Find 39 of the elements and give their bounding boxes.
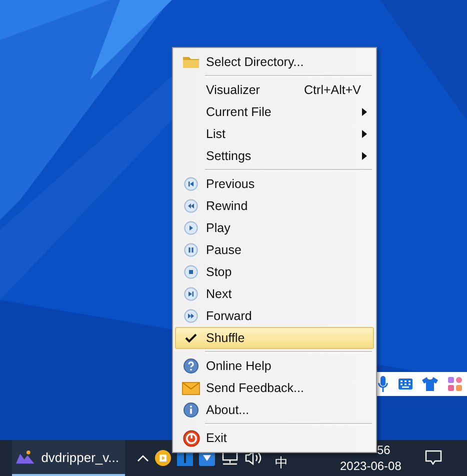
microphone-icon[interactable] xyxy=(378,376,388,392)
menu-item[interactable]: Shuffle xyxy=(175,327,374,349)
keyboard-icon[interactable] xyxy=(398,378,413,390)
menu-item[interactable]: About... xyxy=(175,399,374,421)
envelope-icon xyxy=(182,382,200,394)
menu-item[interactable]: Forward xyxy=(175,305,374,327)
skip-back-icon xyxy=(184,177,198,191)
shirt-icon[interactable] xyxy=(422,377,438,391)
rewind-icon xyxy=(184,199,198,213)
chevron-up-icon[interactable] xyxy=(137,454,149,462)
menu-item[interactable]: Rewind xyxy=(175,195,374,217)
speaker-icon[interactable] xyxy=(245,450,263,466)
menu-item[interactable]: Play xyxy=(175,217,374,239)
menu-item[interactable]: Stop xyxy=(175,261,374,283)
skip-forward-icon xyxy=(184,287,198,301)
help-icon xyxy=(183,358,199,374)
menu-item[interactable]: Visualizer Ctrl+Alt+V xyxy=(175,79,374,101)
stop-icon xyxy=(184,265,198,279)
play-icon xyxy=(184,221,198,235)
fast-forward-icon xyxy=(184,309,198,323)
menu-item[interactable]: Settings xyxy=(175,145,374,167)
notification-icon[interactable] xyxy=(425,450,442,466)
info-icon xyxy=(183,402,199,418)
tray-app-icon[interactable] xyxy=(155,450,171,466)
apps-icon[interactable] xyxy=(448,377,462,391)
menu-item[interactable]: Current File xyxy=(175,101,374,123)
taskbar-app-button[interactable]: dvdripper_v... xyxy=(12,440,125,476)
network-icon[interactable] xyxy=(221,450,239,466)
menu-item[interactable]: Select Directory... xyxy=(175,51,374,73)
menu-item[interactable]: List xyxy=(175,123,374,145)
app-icon xyxy=(16,449,34,465)
menu-item[interactable]: Online Help xyxy=(175,355,374,377)
pause-icon xyxy=(184,243,198,257)
menu-item[interactable]: Next xyxy=(175,283,374,305)
menu-item[interactable]: Pause xyxy=(175,239,374,261)
folder-icon xyxy=(182,55,200,69)
menu-item[interactable]: Previous xyxy=(175,173,374,195)
power-icon xyxy=(182,430,200,446)
menu-item[interactable]: Send Feedback... xyxy=(175,377,374,399)
